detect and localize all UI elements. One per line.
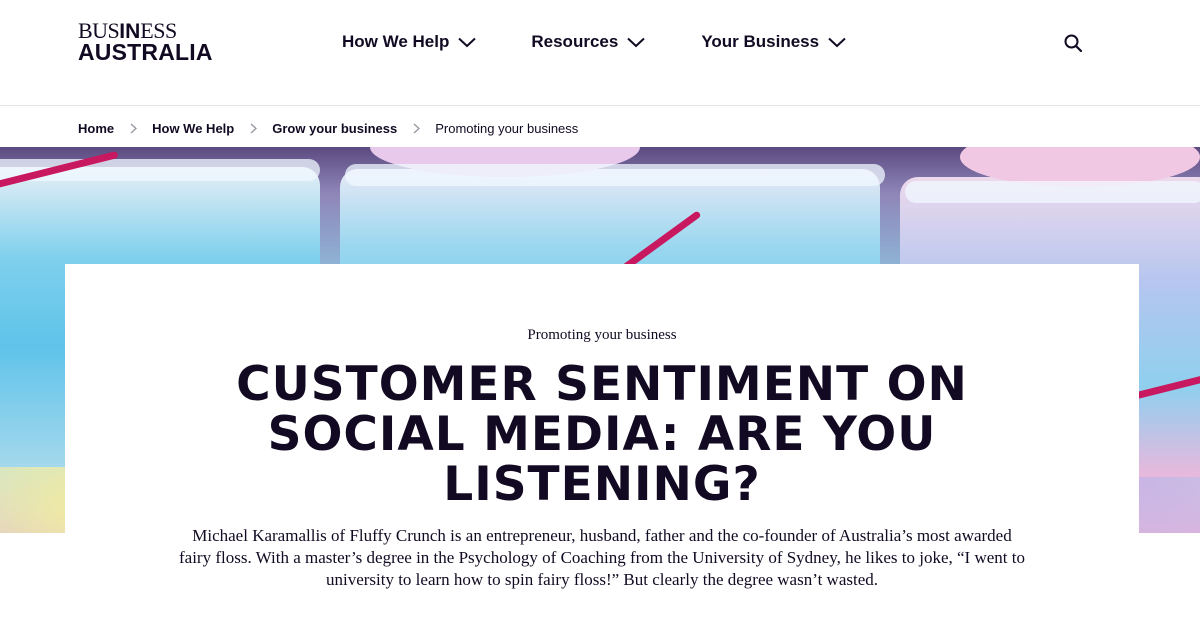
breadcrumb: Home How We Help Grow your business Prom…: [78, 119, 578, 137]
chevron-right-icon: [250, 122, 258, 134]
article-category[interactable]: Promoting your business: [65, 327, 1139, 344]
breadcrumb-how-we-help[interactable]: How We Help: [152, 121, 234, 136]
article-header-card: Promoting your business CUSTOMER SENTIME…: [65, 264, 1139, 628]
chevron-down-icon: [458, 37, 477, 47]
nav-resources[interactable]: Resources: [531, 30, 645, 54]
breadcrumb-home[interactable]: Home: [78, 121, 114, 136]
article-title: CUSTOMER SENTIMENT ON SOCIAL MEDIA: ARE …: [236, 357, 968, 512]
nav-how-we-help-label: How We Help: [342, 32, 450, 51]
nav-your-business[interactable]: Your Business: [701, 30, 846, 54]
breadcrumb-current: Promoting your business: [435, 120, 579, 136]
business-australia-logo[interactable]: BUSINESS AUSTRALIA: [78, 20, 228, 65]
tub-lid: [345, 164, 885, 186]
search-button[interactable]: [1063, 33, 1083, 53]
chevron-down-icon: [828, 37, 846, 47]
chevron-down-icon: [627, 37, 645, 47]
tub-lid: [905, 181, 1200, 203]
site-header: BUSINESS AUSTRALIA How We Help Resources…: [0, 0, 1200, 106]
logo-line-2: AUSTRALIA: [78, 39, 213, 65]
chevron-right-icon: [130, 122, 138, 134]
nav-resources-label: Resources: [531, 32, 619, 51]
nav-how-we-help[interactable]: How We Help: [342, 30, 477, 54]
nav-your-business-label: Your Business: [701, 32, 820, 51]
chevron-right-icon: [413, 122, 421, 134]
article-intro: Michael Karamallis of Fluffy Crunch is a…: [179, 526, 1025, 589]
main-nav: How We Help Resources Your Business: [342, 30, 846, 54]
breadcrumb-grow-your-business[interactable]: Grow your business: [272, 121, 397, 136]
search-icon: [1064, 34, 1083, 53]
